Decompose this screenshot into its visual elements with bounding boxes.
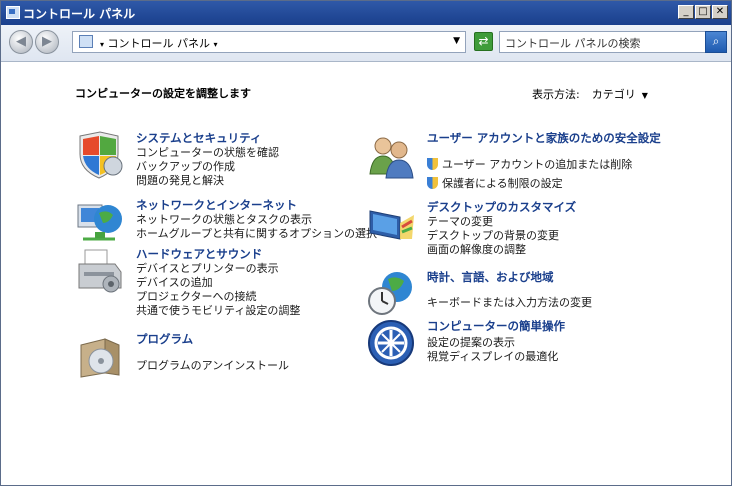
address-bar: ◀ ▶ ▾ コントロール パネル ▾ ▼ ⇄ コントロール パネルの検索 ⌕ bbox=[1, 25, 731, 62]
category-clock-language-region: 時計、言語、および地域 キーボードまたは入力方法の変更 bbox=[366, 269, 666, 317]
category-programs: プログラム プログラムのアンインストール bbox=[75, 331, 365, 379]
category-title[interactable]: コンピューターの簡単操作 bbox=[427, 318, 565, 334]
breadcrumb-label[interactable]: コントロール パネル bbox=[108, 37, 211, 50]
clock-globe-icon bbox=[368, 272, 412, 315]
chevron-down-icon[interactable]: ▼ bbox=[642, 91, 648, 100]
ease-of-access-icon bbox=[368, 320, 414, 366]
category-title[interactable]: 時計、言語、および地域 bbox=[427, 269, 554, 285]
printer-icon bbox=[78, 249, 122, 293]
address-field[interactable]: ▾ コントロール パネル ▾ ▼ bbox=[72, 31, 466, 53]
control-panel-icon bbox=[79, 35, 93, 48]
category-desktop-customization: デスクトップのカスタマイズ テーマの変更 デスクトップの背景の変更 画面の解像度… bbox=[366, 199, 666, 257]
category-ease-of-access: コンピューターの簡単操作 設定の提案の表示 視覚ディスプレイの最適化 bbox=[366, 318, 666, 368]
link-homegroup[interactable]: ホームグループと共有に関するオプションの選択 bbox=[136, 225, 377, 241]
back-button[interactable]: ◀ bbox=[9, 30, 33, 54]
view-by: 表示方法: カテゴリ ▼ bbox=[532, 86, 648, 102]
breadcrumb[interactable]: ▾ コントロール パネル ▾ bbox=[100, 35, 218, 51]
link-keyboard-input[interactable]: キーボードまたは入力方法の変更 bbox=[427, 294, 592, 310]
link-optimize-display[interactable]: 視覚ディスプレイの最適化 bbox=[427, 348, 558, 364]
desktop-monitor-icon bbox=[369, 210, 414, 240]
category-network-internet: ネットワークとインターネット ネットワークの状態とタスクの表示 ホームグループと… bbox=[75, 197, 377, 243]
category-hardware-sound: ハードウェアとサウンド デバイスとプリンターの表示 デバイスの追加 プロジェクタ… bbox=[75, 246, 365, 318]
category-title[interactable]: ユーザー アカウントと家族のための安全設定 bbox=[427, 130, 661, 146]
category-user-accounts: ユーザー アカウントと家族のための安全設定 ユーザー アカウントの追加または削除… bbox=[366, 130, 666, 190]
view-by-dropdown[interactable]: カテゴリ bbox=[592, 88, 636, 101]
maximize-button[interactable]: □ bbox=[695, 5, 711, 19]
link-troubleshoot[interactable]: 問題の発見と解決 bbox=[136, 172, 224, 188]
control-panel-window: コントロール パネル _ □ ✕ ◀ ▶ ▾ コントロール パネル ▾ ▼ ⇄ … bbox=[0, 0, 732, 486]
link-uninstall[interactable]: プログラムのアンインストール bbox=[136, 357, 289, 373]
category-title[interactable]: プログラム bbox=[136, 331, 193, 347]
minimize-button[interactable]: _ bbox=[678, 5, 694, 19]
search-input[interactable]: コントロール パネルの検索 ⌕ bbox=[499, 31, 727, 53]
window-title: コントロール パネル bbox=[23, 7, 136, 21]
programs-icon bbox=[80, 338, 120, 378]
link-label[interactable]: ユーザー アカウントの追加または削除 bbox=[442, 158, 632, 171]
refresh-icon[interactable]: ⇄ bbox=[474, 32, 493, 51]
link-screen-resolution[interactable]: 画面の解像度の調整 bbox=[427, 241, 526, 257]
view-by-label: 表示方法: bbox=[532, 88, 580, 101]
category-system-security: システムとセキュリティ コンピューターの状態を確認 バックアップの作成 問題の発… bbox=[75, 130, 365, 190]
link-add-remove-accounts[interactable]: ユーザー アカウントの追加または削除 bbox=[427, 156, 632, 172]
link-label[interactable]: 保護者による制限の設定 bbox=[442, 177, 563, 190]
chevron-down-icon[interactable]: ▼ bbox=[453, 36, 460, 46]
search-placeholder: コントロール パネルの検索 bbox=[505, 37, 641, 50]
users-icon bbox=[369, 137, 414, 179]
security-shield-icon bbox=[79, 131, 123, 179]
control-panel-icon bbox=[6, 6, 20, 19]
search-icon[interactable]: ⌕ bbox=[705, 31, 727, 53]
uac-shield-icon bbox=[427, 177, 438, 189]
network-globe-icon bbox=[77, 204, 122, 241]
title-bar[interactable]: コントロール パネル _ □ ✕ bbox=[1, 1, 731, 25]
forward-button[interactable]: ▶ bbox=[35, 30, 59, 54]
page-title: コンピューターの設定を調整します bbox=[75, 87, 251, 100]
link-mobility[interactable]: 共通で使うモビリティ設定の調整 bbox=[136, 302, 300, 318]
uac-shield-icon bbox=[427, 158, 438, 170]
close-button[interactable]: ✕ bbox=[712, 5, 728, 19]
link-parental-controls[interactable]: 保護者による制限の設定 bbox=[427, 175, 563, 191]
